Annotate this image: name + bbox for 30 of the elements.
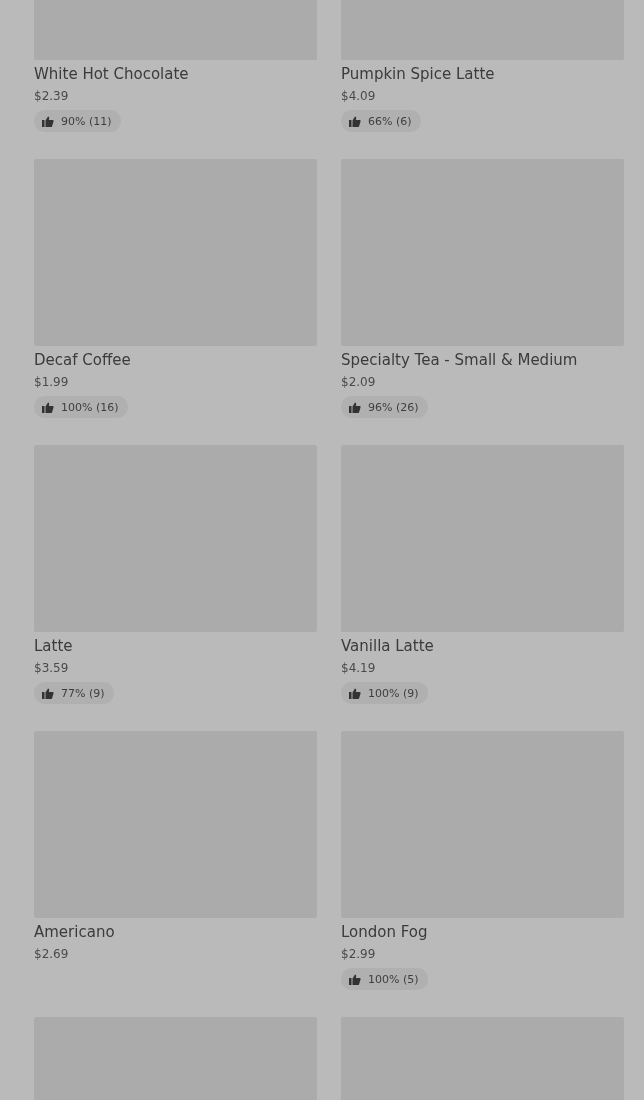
item-name: Specialty Tea - Small & Medium — [341, 350, 579, 371]
rating-text: 100% (9) — [368, 686, 419, 700]
item-price: $2.99 — [341, 946, 377, 963]
item-name: Decaf Coffee — [34, 350, 132, 371]
item-name: White Hot Chocolate — [34, 64, 190, 85]
rating-text: 90% (11) — [61, 114, 112, 128]
thumbs-up-icon — [349, 973, 361, 985]
rating-text: 77% (9) — [61, 686, 105, 700]
item-price: $4.09 — [341, 88, 377, 105]
item-name: Americano — [34, 922, 116, 943]
thumbs-up-icon — [349, 401, 361, 413]
thumbs-up-icon — [42, 115, 54, 127]
rating-text: 100% (16) — [61, 400, 119, 414]
item-price: $2.09 — [341, 374, 377, 391]
item-price: $4.19 — [341, 660, 377, 677]
item-name: London Fog — [341, 922, 429, 943]
thumbs-up-icon — [42, 401, 54, 413]
item-price: $1.99 — [34, 374, 70, 391]
thumbs-up-icon — [42, 687, 54, 699]
item-price: $3.59 — [34, 660, 70, 677]
rating-text: 66% (6) — [368, 114, 412, 128]
rating-text: 96% (26) — [368, 400, 419, 414]
thumbs-up-icon — [349, 115, 361, 127]
item-name: Latte — [34, 636, 74, 657]
item-name: Pumpkin Spice Latte — [341, 64, 496, 85]
item-name: Vanilla Latte — [341, 636, 435, 657]
thumbs-up-icon — [349, 687, 361, 699]
rating-text: 100% (5) — [368, 972, 419, 986]
item-price: $2.69 — [34, 946, 70, 963]
item-price: $2.39 — [34, 88, 70, 105]
